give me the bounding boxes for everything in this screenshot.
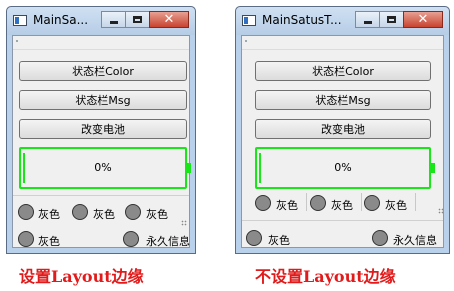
status-indicator-2 xyxy=(310,195,326,211)
status-label-3: 灰色 xyxy=(146,208,168,221)
toolbar-divider xyxy=(242,49,443,50)
size-grip[interactable] xyxy=(438,208,444,214)
client-area: 状态栏Color 状态栏Msg 改变电池 0% 灰色 灰色 灰色 灰色 永久信息 xyxy=(241,35,444,248)
status-label-1: 灰色 xyxy=(38,208,60,221)
maximize-icon xyxy=(387,16,396,23)
close-icon: ✕ xyxy=(163,12,175,27)
battery-terminal xyxy=(431,163,435,173)
status-label-4: 灰色 xyxy=(38,235,60,248)
change-battery-button[interactable]: 改变电池 xyxy=(19,119,187,139)
status-label-2: 灰色 xyxy=(93,208,115,221)
statusbar-color-button[interactable]: 状态栏Color xyxy=(255,61,431,81)
caption-buttons: ✕ xyxy=(355,11,443,28)
menu-bar[interactable] xyxy=(242,36,443,49)
menu-bar[interactable] xyxy=(13,36,189,49)
menu-grip xyxy=(16,40,18,42)
right-window: MainSatusT... ✕ 状态栏Color 状态栏Msg 改变电池 0% … xyxy=(235,6,450,254)
statusbar-msg-button[interactable]: 状态栏Msg xyxy=(19,90,187,110)
status-separator xyxy=(361,193,362,211)
battery-widget: 0% xyxy=(19,147,187,189)
title-bar[interactable]: MainSatusT... ✕ xyxy=(236,7,449,35)
close-icon: ✕ xyxy=(417,12,429,27)
maximize-button[interactable] xyxy=(125,11,150,28)
caption-right: 不设置Layout边缘 xyxy=(255,267,396,286)
maximize-icon xyxy=(133,16,142,23)
statusbar-color-button[interactable]: 状态栏Color xyxy=(19,61,187,81)
app-icon xyxy=(13,15,27,26)
status-divider xyxy=(13,195,189,196)
status-label-2: 灰色 xyxy=(331,199,353,212)
status-indicator-4 xyxy=(246,230,262,246)
status-indicator-2 xyxy=(72,204,88,220)
toolbar-divider xyxy=(13,49,189,50)
battery-widget: 0% xyxy=(255,147,431,189)
title-bar[interactable]: MainSa... ✕ xyxy=(7,7,195,35)
permanent-indicator xyxy=(372,230,388,246)
window-title: MainSatusT... xyxy=(262,13,342,27)
change-battery-button[interactable]: 改变电池 xyxy=(255,119,431,139)
window-title: MainSa... xyxy=(33,13,87,27)
status-separator xyxy=(415,193,416,211)
status-indicator-3 xyxy=(364,195,380,211)
status-indicator-1 xyxy=(255,195,271,211)
status-divider xyxy=(242,220,443,221)
left-window: MainSa... ✕ 状态栏Color 状态栏Msg 改变电池 0% 灰色 灰… xyxy=(6,6,196,254)
close-button[interactable]: ✕ xyxy=(403,11,443,28)
status-label-3: 灰色 xyxy=(385,199,407,212)
size-grip[interactable] xyxy=(181,220,187,226)
permanent-indicator xyxy=(123,231,139,247)
permanent-message: 永久信息 xyxy=(393,234,437,247)
close-button[interactable]: ✕ xyxy=(149,11,189,28)
status-label-4: 灰色 xyxy=(268,234,290,247)
permanent-message: 永久信息 xyxy=(146,235,190,248)
caption-buttons: ✕ xyxy=(101,11,189,28)
minimize-icon xyxy=(363,21,372,24)
minimize-icon xyxy=(109,21,118,24)
status-indicator-4 xyxy=(18,231,34,247)
client-area: 状态栏Color 状态栏Msg 改变电池 0% 灰色 灰色 灰色 灰色 永久信息 xyxy=(12,35,191,248)
menu-grip xyxy=(245,40,247,42)
status-separator xyxy=(306,193,307,211)
battery-percent: 0% xyxy=(334,161,352,174)
status-indicator-3 xyxy=(125,204,141,220)
battery-percent: 0% xyxy=(94,161,112,174)
statusbar-msg-button[interactable]: 状态栏Msg xyxy=(255,90,431,110)
app-icon xyxy=(242,15,256,26)
minimize-button[interactable] xyxy=(101,11,126,28)
maximize-button[interactable] xyxy=(379,11,404,28)
battery-terminal xyxy=(187,163,191,173)
minimize-button[interactable] xyxy=(355,11,380,28)
status-label-1: 灰色 xyxy=(276,199,298,212)
caption-left: 设置Layout边缘 xyxy=(19,267,144,286)
status-indicator-1 xyxy=(18,204,34,220)
